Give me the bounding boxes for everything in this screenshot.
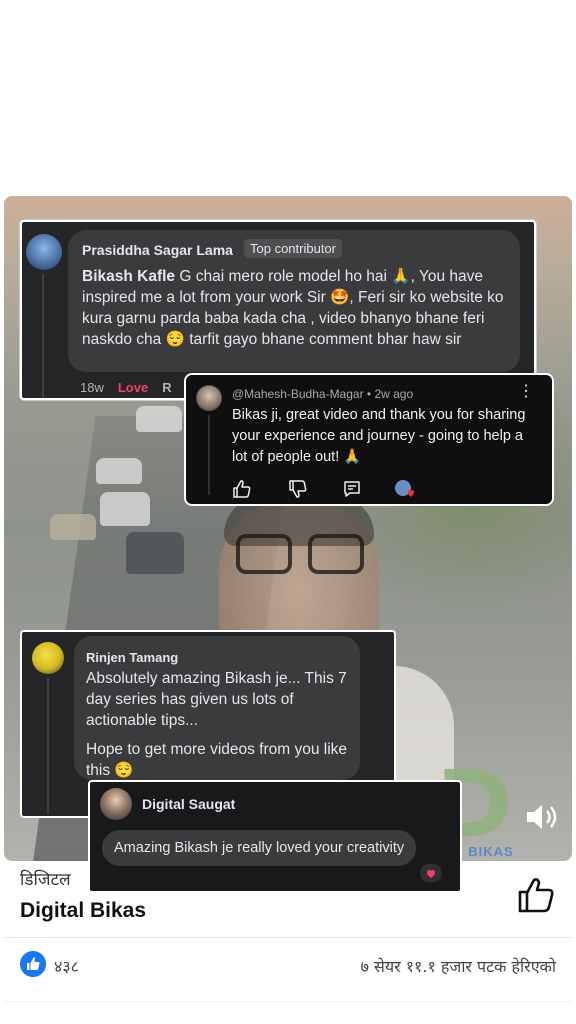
car bbox=[96, 458, 142, 484]
commenter-name[interactable]: Rinjen Tamang bbox=[86, 650, 178, 665]
page: D l BIKAS डिजिटल Digital Bikas ४३८ ७ सेय… bbox=[0, 0, 576, 1024]
comment-card-facebook: Digital Saugat Amazing Bikash je really … bbox=[88, 780, 462, 893]
reply-icon[interactable] bbox=[342, 479, 362, 499]
thread-line bbox=[47, 678, 49, 814]
mention[interactable]: Bikash Kafle bbox=[82, 268, 175, 285]
love-reaction-badge[interactable] bbox=[420, 864, 442, 882]
presenter-glasses bbox=[232, 534, 368, 576]
like-button-icon[interactable] bbox=[516, 875, 556, 915]
page-name[interactable]: Digital Bikas bbox=[20, 899, 146, 923]
avatar[interactable] bbox=[196, 385, 222, 411]
comment-actions bbox=[232, 479, 432, 501]
car bbox=[136, 406, 182, 432]
heart-icon bbox=[427, 870, 435, 878]
car bbox=[100, 492, 150, 526]
avatar[interactable] bbox=[100, 788, 132, 820]
channel-logo-text: l BIKAS bbox=[459, 844, 514, 859]
commenter-name[interactable]: Prasiddha Sagar Lama bbox=[82, 242, 233, 258]
comment-bubble: Amazing Bikash je really loved your crea… bbox=[102, 830, 417, 866]
page-name-nepali[interactable]: डिजिटल bbox=[20, 867, 71, 890]
thumbs-up-icon[interactable] bbox=[232, 479, 252, 499]
commenter-handle[interactable]: @Mahesh-Budha-Magar • 2w ago bbox=[232, 387, 413, 401]
comment-time: 18w bbox=[80, 380, 104, 395]
car bbox=[50, 514, 96, 540]
reply-button[interactable]: R bbox=[162, 380, 171, 395]
comment-card-youtube: @Mahesh-Budha-Magar • 2w ago ⋮ Bikas ji,… bbox=[184, 373, 554, 506]
comment-meta: 18w Love R bbox=[80, 380, 172, 395]
divider bbox=[4, 937, 572, 938]
commenter-name[interactable]: Digital Saugat bbox=[142, 796, 235, 812]
like-count[interactable]: ४३८ bbox=[54, 955, 79, 977]
comment-bubble: Prasiddha Sagar Lama Top contributor Bik… bbox=[68, 230, 520, 372]
like-reaction-icon bbox=[20, 951, 46, 977]
avatar[interactable] bbox=[32, 642, 64, 674]
thread-line bbox=[208, 415, 210, 495]
volume-icon[interactable] bbox=[524, 802, 560, 832]
comment-bubble: Rinjen Tamang Absolutely amazing Bikash … bbox=[74, 636, 360, 780]
thumbs-down-icon[interactable] bbox=[288, 479, 308, 499]
top-contributor-badge: Top contributor bbox=[244, 239, 342, 258]
comment-text: Bikas ji, great video and thank you for … bbox=[232, 407, 526, 465]
comment-text: Bikash Kafle G chai mero role model ho h… bbox=[82, 268, 504, 348]
creator-heart-icon bbox=[395, 480, 414, 497]
more-options-icon[interactable]: ⋮ bbox=[518, 384, 534, 400]
comment-text: Absolutely amazing Bikash je... This 7 d… bbox=[86, 670, 348, 779]
shares-and-views[interactable]: ७ सेयर ११.१ हजार पटक हेरिएको bbox=[361, 955, 556, 977]
avatar[interactable] bbox=[26, 234, 62, 270]
thread-line bbox=[42, 274, 44, 398]
divider bbox=[4, 1001, 572, 1002]
love-reaction-button[interactable]: Love bbox=[118, 380, 148, 395]
car bbox=[126, 532, 184, 574]
